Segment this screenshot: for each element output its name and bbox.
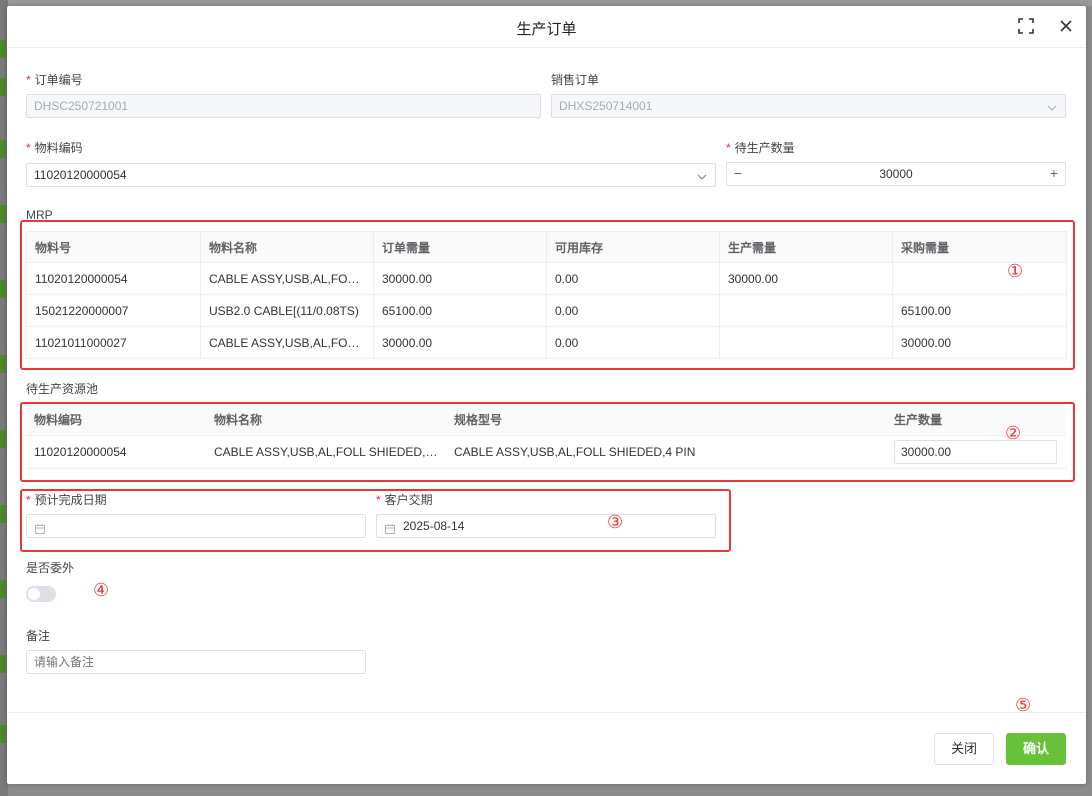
order-no-label: * 订单编号 [26,73,83,87]
confirm-button[interactable]: 确认 [1006,733,1066,765]
annotation-marker-5: ⑤ [1015,695,1032,715]
background-marker [0,580,6,598]
material-code-label: * 物料编码 [26,141,83,155]
remark-input[interactable] [26,650,366,674]
sales-order-label: 销售订单 [551,73,600,87]
sales-order-value: DHXS250714001 [559,99,653,113]
chevron-down-icon [1046,99,1058,111]
background-marker [0,40,6,58]
background-marker [0,430,6,448]
dialog-header: 生产订单 [7,6,1086,48]
annotation-marker-3: ③ [607,512,624,532]
background-marker [0,280,6,298]
background-marker [0,78,6,96]
annotation-marker-2: ② [1005,423,1022,443]
footer-divider [7,712,1086,713]
material-code-value: 11020120000054 [34,168,127,182]
annotation-marker-4: ④ [93,580,110,600]
order-no-field: DHSC250721001 [26,94,541,118]
outsource-toggle[interactable] [26,586,56,602]
pending-qty-stepper[interactable]: − 30000 + [726,162,1066,186]
pool-label: 待生产资源池 [26,382,99,396]
background-marker [0,505,6,523]
sales-order-select[interactable]: DHXS250714001 [551,94,1066,118]
chevron-down-icon [696,168,708,180]
annotation-box-3 [20,489,731,552]
background-marker [0,140,6,158]
remark-label: 备注 [26,629,51,643]
outsource-label: 是否委外 [26,561,75,575]
decrement-button[interactable]: − [727,163,749,185]
background-marker [0,725,6,743]
annotation-box-1 [20,220,1075,370]
pending-qty-value[interactable]: 30000 [751,163,1041,185]
material-code-select[interactable]: 11020120000054 [26,163,716,187]
background-marker [0,355,6,373]
pending-qty-label: * 待生产数量 [726,141,795,155]
fullscreen-icon[interactable] [1016,16,1036,36]
background-marker [0,205,6,223]
production-order-dialog: 生产订单 * 订单编号 DHSC250721001 销售订单 DHXS250714… [7,6,1086,784]
annotation-marker-1: ① [1007,261,1024,281]
background-marker [0,655,6,673]
increment-button[interactable]: + [1043,163,1065,185]
dialog-title: 生产订单 [516,21,577,38]
close-button[interactable]: 关闭 [934,733,994,765]
annotation-box-2 [20,402,1075,482]
close-icon[interactable] [1056,16,1076,36]
